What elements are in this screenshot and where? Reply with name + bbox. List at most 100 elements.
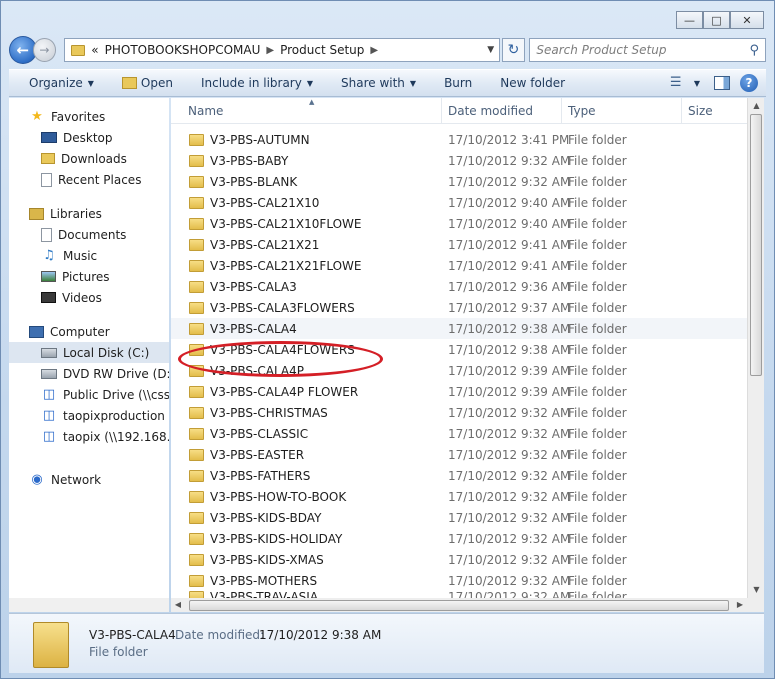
file-name-cell[interactable]: V3-PBS-CALA4FLOWERS [171, 343, 442, 357]
search-icon[interactable]: ⚲ [749, 43, 759, 58]
file-name-cell[interactable]: V3-PBS-CLASSIC [171, 427, 442, 441]
file-row[interactable]: V3-PBS-CALA4P FLOWER 17/10/2012 9:39 AM Fi… [171, 381, 747, 402]
file-date: 17/10/2012 9:32 AM [448, 531, 571, 546]
file-row[interactable]: V3-PBS-BABY 17/10/2012 9:32 AM File folder [171, 150, 747, 171]
breadcrumb-photobookshopcomau[interactable]: PHOTOBOOKSHOPCOMAU [105, 43, 261, 57]
nav-item-videos[interactable]: Videos [9, 287, 169, 308]
scroll-right-icon[interactable]: ▶ [733, 598, 747, 612]
nav-label: taopixproduction (\\ [63, 408, 169, 423]
file-row[interactable]: V3-PBS-CHRISTMAS 17/10/2012 9:32 AM File f… [171, 402, 747, 423]
breadcrumb-separator-icon[interactable]: ▶ [370, 45, 378, 56]
address-overflow[interactable]: « [91, 43, 98, 57]
file-row[interactable]: V3-PBS-CAL21X21 17/10/2012 9:41 AM File fo… [171, 234, 747, 255]
column-header-name[interactable]: ▲ Name [171, 98, 442, 123]
file-row[interactable]: V3-PBS-CALA4 17/10/2012 9:38 AM File folde… [171, 318, 747, 339]
new-folder-button[interactable]: New folder [486, 76, 579, 90]
scroll-left-icon[interactable]: ◀ [171, 598, 185, 612]
breadcrumb-separator-icon[interactable]: ▶ [266, 45, 274, 56]
file-name-cell[interactable]: V3-PBS-CAL21X10FLOWE [171, 217, 442, 231]
share-with-button[interactable]: Share with ▼ [327, 76, 430, 90]
file-row[interactable]: V3-PBS-CALA3FLOWERS 17/10/2012 9:37 AM Fil… [171, 297, 747, 318]
file-name-cell[interactable]: V3-PBS-FATHERS [171, 469, 442, 483]
file-row[interactable]: V3-PBS-CAL21X10FLOWE 17/10/2012 9:40 AM Fi… [171, 213, 747, 234]
help-icon[interactable]: ? [740, 74, 758, 92]
file-row[interactable]: V3-PBS-KIDS-HOLIDAY 17/10/2012 9:32 AM Fil… [171, 528, 747, 549]
file-name-cell[interactable]: V3-PBS-KIDS-BDAY [171, 511, 442, 525]
forward-button[interactable]: → [32, 38, 57, 62]
search-input[interactable]: Search Product Setup ⚲ [529, 38, 766, 62]
chevron-down-icon[interactable]: ▼ [694, 79, 700, 88]
file-row[interactable]: V3-PBS-CALA3 17/10/2012 9:36 AM File folde… [171, 276, 747, 297]
burn-button[interactable]: Burn [430, 76, 486, 90]
nav-libraries[interactable]: Libraries [9, 203, 169, 224]
file-row[interactable]: V3-PBS-CLASSIC 17/10/2012 9:32 AM File fol… [171, 423, 747, 444]
nav-item-desktop[interactable]: Desktop [9, 127, 169, 148]
file-date: 17/10/2012 3:41 PM [448, 132, 570, 147]
file-row[interactable]: V3-PBS-CAL21X21FLOWE 17/10/2012 9:41 AM Fi… [171, 255, 747, 276]
file-name-cell[interactable]: V3-PBS-CHRISTMAS [171, 406, 442, 420]
column-header-type[interactable]: Type [562, 98, 682, 123]
nav-item-documents[interactable]: Documents [9, 224, 169, 245]
file-row[interactable]: V3-PBS-FATHERS 17/10/2012 9:32 AM File fol… [171, 465, 747, 486]
file-name-cell[interactable]: V3-PBS-BABY [171, 154, 442, 168]
file-name-cell[interactable]: V3-PBS-CALA4P [171, 364, 442, 378]
column-header-date-modified[interactable]: Date modified [442, 98, 562, 123]
file-row[interactable]: V3-PBS-AUTUMN 17/10/2012 3:41 PM File fold… [171, 129, 747, 150]
nav-computer[interactable]: Computer [9, 321, 169, 342]
address-bar[interactable]: « PHOTOBOOKSHOPCOMAU ▶ Product Setup ▶ ▼ [64, 38, 500, 62]
file-name-cell[interactable]: V3-PBS-CALA4P FLOWER [171, 385, 442, 399]
file-row[interactable]: V3-PBS-CALA4P 17/10/2012 9:39 AM File fold… [171, 360, 747, 381]
nav-item-pictures[interactable]: Pictures [9, 266, 169, 287]
nav-item-public-drive[interactable]: ◫ Public Drive (\\css-s [9, 384, 169, 405]
scroll-down-icon[interactable]: ▼ [748, 582, 765, 598]
file-row[interactable]: V3-PBS-KIDS-XMAS 17/10/2012 9:32 AM File f… [171, 549, 747, 570]
file-row[interactable]: V3-PBS-KIDS-BDAY 17/10/2012 9:32 AM File f… [171, 507, 747, 528]
vertical-scrollbar[interactable]: ▲ ▼ [747, 98, 764, 598]
organize-button[interactable]: Organize ▼ [15, 76, 108, 90]
refresh-button[interactable]: ↻ [501, 38, 526, 62]
nav-item-recent-places[interactable]: Recent Places [9, 169, 169, 190]
change-view-icon[interactable]: ☰ [670, 76, 686, 90]
maximize-button[interactable]: □ [703, 11, 730, 29]
nav-item-dvd-drive[interactable]: DVD RW Drive (D:) C [9, 363, 169, 384]
file-name-cell[interactable]: V3-PBS-CALA3FLOWERS [171, 301, 442, 315]
file-name-cell[interactable]: V3-PBS-KIDS-HOLIDAY [171, 532, 442, 546]
file-name-cell[interactable]: V3-PBS-KIDS-XMAS [171, 553, 442, 567]
nav-item-taopixproduction[interactable]: ◫ taopixproduction (\\ [9, 405, 169, 426]
nav-item-music[interactable]: ♫ Music [9, 245, 169, 266]
file-name-cell[interactable]: V3-PBS-CALA3 [171, 280, 442, 294]
scroll-up-icon[interactable]: ▲ [748, 98, 765, 114]
open-button[interactable]: Open [108, 76, 187, 90]
file-name-cell[interactable]: V3-PBS-CAL21X21 [171, 238, 442, 252]
file-row[interactable]: V3-PBS-BLANK 17/10/2012 9:32 AM File folde… [171, 171, 747, 192]
file-name-cell[interactable]: V3-PBS-CALA4 [171, 322, 442, 336]
nav-item-local-disk[interactable]: Local Disk (C:) [9, 342, 169, 363]
nav-horizontal-scrollbar[interactable] [9, 598, 169, 612]
file-row[interactable]: V3-PBS-HOW-TO-BOOK 17/10/2012 9:32 AM File… [171, 486, 747, 507]
minimize-button[interactable]: — [676, 11, 703, 29]
include-in-library-button[interactable]: Include in library ▼ [187, 76, 327, 90]
nav-network[interactable]: ◉ Network [9, 469, 169, 490]
close-button[interactable]: ✕ [730, 11, 764, 29]
column-header-size[interactable]: Size [682, 98, 747, 123]
file-row[interactable]: V3-PBS-CALA4FLOWERS 17/10/2012 9:38 AM Fil… [171, 339, 747, 360]
file-name-cell[interactable]: V3-PBS-MOTHERS [171, 574, 442, 588]
horizontal-scrollbar[interactable]: ◀ ▶ [171, 598, 747, 612]
horizontal-scroll-thumb[interactable] [189, 600, 729, 611]
file-row[interactable]: V3-PBS-EASTER 17/10/2012 9:32 AM File fold… [171, 444, 747, 465]
file-name-cell[interactable]: V3-PBS-BLANK [171, 175, 442, 189]
address-dropdown-icon[interactable]: ▼ [483, 45, 499, 55]
file-name-cell[interactable]: V3-PBS-HOW-TO-BOOK [171, 490, 442, 504]
vertical-scroll-thumb[interactable] [750, 114, 762, 376]
nav-item-downloads[interactable]: Downloads [9, 148, 169, 169]
nav-favorites[interactable]: ★ Favorites [9, 106, 169, 127]
file-name-cell[interactable]: V3-PBS-CAL21X10 [171, 196, 442, 210]
file-row[interactable]: V3-PBS-MOTHERS 17/10/2012 9:32 AM File fol… [171, 570, 747, 591]
preview-pane-icon[interactable] [714, 76, 730, 90]
file-name-cell[interactable]: V3-PBS-CAL21X21FLOWE [171, 259, 442, 273]
breadcrumb-product-setup[interactable]: Product Setup [280, 43, 364, 57]
file-name-cell[interactable]: V3-PBS-EASTER [171, 448, 442, 462]
nav-item-taopix[interactable]: ◫ taopix (\\192.168.0.7 [9, 426, 169, 447]
file-name-cell[interactable]: V3-PBS-AUTUMN [171, 133, 442, 147]
file-row[interactable]: V3-PBS-CAL21X10 17/10/2012 9:40 AM File fo… [171, 192, 747, 213]
